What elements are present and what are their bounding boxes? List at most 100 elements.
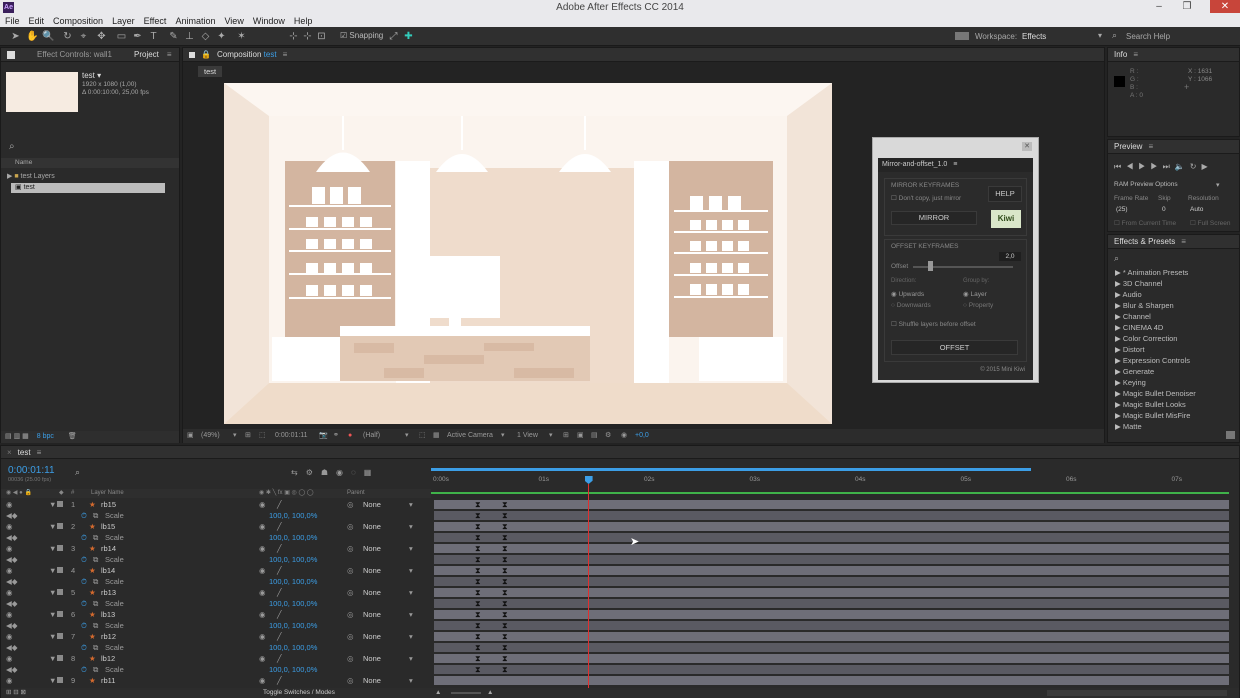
camera-dropdown-icon[interactable]: ▾	[501, 429, 505, 443]
keyframe-marker[interactable]: ⧗	[502, 544, 508, 553]
visibility-icon[interactable]: ◉	[6, 654, 13, 663]
property-row[interactable]: ◀◆ ⏱ ⧉ Scale 100,0, 100,0%	[1, 510, 431, 521]
menu-animation[interactable]: Animation	[175, 15, 215, 27]
shy-switch-icon[interactable]: ◉	[259, 676, 266, 685]
parent-dropdown-icon[interactable]: ▾	[409, 654, 413, 663]
layer-row[interactable]: ◉ ▼ 3 ★ rb14 ◉ ╱ ◎ None ▾	[1, 543, 431, 554]
layer-row[interactable]: ◉ ▼ 1 ★ rb15 ◉ ╱ ◎ None ▾	[1, 499, 431, 510]
layer-duration-bar[interactable]	[434, 610, 1229, 619]
property-row[interactable]: ◀◆ ⏱ ⧉ Scale 100,0, 100,0%	[1, 664, 431, 675]
zoom-tool-icon[interactable]: 🔍	[42, 31, 54, 42]
layer-name[interactable]: rb15	[101, 500, 116, 509]
effect-category[interactable]: ▶ Expression Controls	[1111, 355, 1233, 366]
ram-preview-options[interactable]: RAM Preview Options	[1114, 181, 1178, 188]
fast-previews-icon[interactable]: ▣	[577, 429, 584, 443]
comp-mini-flowchart-icon[interactable]: ⇆	[291, 468, 306, 477]
preview-tab[interactable]: Preview	[1114, 142, 1142, 151]
brush-tool-icon[interactable]: ✎	[168, 31, 179, 42]
quality-switch-icon[interactable]: ╱	[277, 522, 282, 531]
quality-switch-icon[interactable]: ╱	[277, 632, 282, 641]
playhead-handle[interactable]	[584, 476, 593, 484]
parent-pickwhip-icon[interactable]: ◎	[347, 610, 354, 619]
new-comp-icon[interactable]: ▦	[22, 433, 29, 440]
show-snapshot-icon[interactable]: ⚭	[333, 429, 339, 443]
keyframe-nav-icon[interactable]: ◀◆	[6, 643, 18, 652]
snap-feather-icon[interactable]: ✚	[403, 31, 414, 42]
workspace-select[interactable]: Effects	[1022, 32, 1046, 41]
panel-options-icon[interactable]: ≡	[1181, 237, 1186, 246]
keyframe-nav-icon[interactable]: ◀◆	[6, 665, 18, 674]
layer-row[interactable]: ◉ ▼ 5 ★ rb13 ◉ ╱ ◎ None ▾	[1, 587, 431, 598]
stopwatch-icon[interactable]: ⏱	[81, 643, 87, 653]
parent-pickwhip-icon[interactable]: ◎	[347, 676, 354, 685]
layer-duration-bar[interactable]	[434, 544, 1229, 553]
visibility-icon[interactable]: ◉	[6, 566, 13, 575]
property-row[interactable]: ◀◆ ⏱ ⧉ Scale 100,0, 100,0%	[1, 620, 431, 631]
pen-tool-icon[interactable]: ✒	[132, 31, 143, 42]
visibility-icon[interactable]: ◉	[6, 588, 13, 597]
channel-icon[interactable]: ●	[348, 429, 352, 443]
layer-row[interactable]: ◉ ▼ 6 ★ lb13 ◉ ╱ ◎ None ▾	[1, 609, 431, 620]
parent-dropdown-icon[interactable]: ▾	[409, 544, 413, 553]
effects-search-icon[interactable]: ⌕	[1114, 253, 1119, 264]
offset-value-field[interactable]: 2,0	[999, 252, 1021, 261]
minimize-button[interactable]: –	[1146, 0, 1172, 13]
effect-category[interactable]: ▶ Magic Bullet MisFire	[1111, 410, 1233, 421]
expand-icon[interactable]: ▼	[49, 610, 56, 619]
keyframe-marker[interactable]: ⧗	[475, 500, 481, 509]
parent-select[interactable]: None	[363, 610, 381, 619]
axis-view-icon[interactable]: ⊡	[316, 31, 327, 42]
property-value[interactable]: 100,0, 100,0%	[269, 511, 317, 520]
zoom-out-icon[interactable]: ▲	[435, 688, 441, 698]
keyframe-marker[interactable]: ⧗	[502, 577, 508, 586]
dont-copy-checkbox[interactable]: ☐ Don't copy, just mirror	[891, 194, 961, 202]
parent-pickwhip-icon[interactable]: ◎	[347, 588, 354, 597]
plugin-close-icon[interactable]: ✕	[1022, 142, 1032, 151]
layer-duration-bar[interactable]	[434, 632, 1229, 641]
shy-switch-icon[interactable]: ◉	[259, 544, 266, 553]
shy-switch-icon[interactable]: ◉	[259, 588, 266, 597]
view-dropdown-icon[interactable]: ▾	[549, 429, 553, 443]
keyframe-marker[interactable]: ⧗	[475, 511, 481, 520]
shy-switch-icon[interactable]: ◉	[259, 654, 266, 663]
parent-pickwhip-icon[interactable]: ◎	[347, 632, 354, 641]
full-screen-checkbox[interactable]: ☐ Full Screen	[1190, 219, 1231, 227]
shy-switch-icon[interactable]: ◉	[259, 500, 266, 509]
keyframe-marker[interactable]: ⧗	[475, 566, 481, 575]
keyframe-marker[interactable]: ⧗	[502, 566, 508, 575]
shy-icon[interactable]: ☗	[321, 468, 336, 477]
parent-select[interactable]: None	[363, 588, 381, 597]
audio-icon[interactable]: 🔈	[1175, 162, 1190, 171]
selection-tool-icon[interactable]: ➤	[10, 31, 21, 42]
current-time-indicator[interactable]	[584, 476, 593, 694]
timeline-search-icon[interactable]: ⌕	[75, 467, 80, 478]
keyframe-marker[interactable]: ⧗	[475, 643, 481, 652]
next-frame-icon[interactable]: ▶	[1150, 162, 1162, 171]
timeline-ruler[interactable]: 0:00s 01s 02s 03s 04s 05s 06s 07s	[431, 466, 1231, 498]
keyframe-marker[interactable]: ⧗	[502, 643, 508, 652]
effect-category[interactable]: ▶ Magic Bullet Denoiser	[1111, 388, 1233, 399]
project-comp-row[interactable]: ▣ test	[11, 183, 165, 193]
property-radio[interactable]: ○ Property	[963, 302, 993, 309]
quality-switch-icon[interactable]: ╱	[277, 566, 282, 575]
parent-pickwhip-icon[interactable]: ◎	[347, 500, 354, 509]
prev-frame-icon[interactable]: ◀	[1126, 162, 1138, 171]
expand-icon[interactable]: ▼	[49, 500, 56, 509]
expand-icon[interactable]: ▼	[49, 588, 56, 597]
parent-select[interactable]: None	[363, 632, 381, 641]
property-row[interactable]: ◀◆ ⏱ ⧉ Scale 100,0, 100,0%	[1, 554, 431, 565]
effect-category[interactable]: ▶ Generate	[1111, 366, 1233, 377]
work-area-bar[interactable]	[431, 468, 1031, 471]
keyframe-nav-icon[interactable]: ◀◆	[6, 599, 18, 608]
tab-effect-controls[interactable]: Effect Controls: wall1	[37, 50, 112, 59]
layer-duration-bar[interactable]	[434, 654, 1229, 663]
menu-view[interactable]: View	[224, 15, 243, 27]
layer-name[interactable]: rb14	[101, 544, 116, 553]
last-frame-icon[interactable]: ⏭	[1163, 162, 1175, 171]
effect-category[interactable]: ▶ Keying	[1111, 377, 1233, 388]
eraser-tool-icon[interactable]: ◇	[200, 31, 211, 42]
layer-row[interactable]: ◉ ▼ 2 ★ lb15 ◉ ╱ ◎ None ▾	[1, 521, 431, 532]
layer-duration-bar[interactable]	[434, 588, 1229, 597]
draft-3d-icon[interactable]: ⚙	[306, 468, 321, 477]
lock-icon[interactable]: 🔒	[201, 50, 211, 59]
